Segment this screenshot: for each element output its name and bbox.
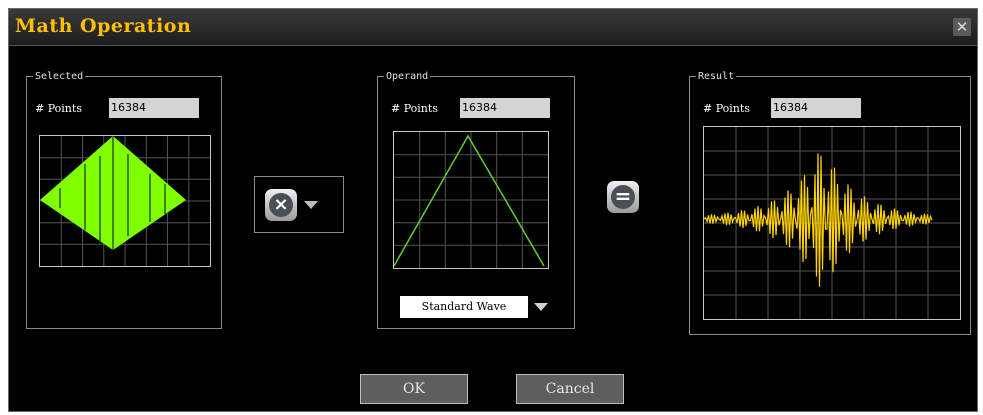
- operand-waveform-plot: [393, 131, 549, 269]
- result-legend: Result: [698, 71, 735, 82]
- title-bar: Math Operation ✕: [9, 9, 977, 46]
- result-waveform: [704, 153, 933, 287]
- operand-waveform: [394, 134, 545, 267]
- operand-points-label: # Points: [391, 102, 438, 115]
- wave-type-select[interactable]: Standard Wave: [400, 296, 528, 318]
- close-icon[interactable]: ✕: [953, 18, 971, 36]
- chevron-down-icon[interactable]: [304, 201, 318, 209]
- equals-icon: =: [611, 185, 635, 209]
- selected-points-label: # Points: [35, 102, 82, 115]
- result-points-field[interactable]: 16384: [771, 98, 861, 118]
- equals-button[interactable]: =: [607, 181, 639, 213]
- ok-button[interactable]: OK: [360, 374, 468, 404]
- cancel-button[interactable]: Cancel: [516, 374, 624, 404]
- selected-waveform-plot: [39, 135, 211, 267]
- operand-legend: Operand: [386, 71, 429, 82]
- result-points-label: # Points: [703, 102, 750, 115]
- selected-legend: Selected: [35, 71, 84, 82]
- multiply-icon: ×: [269, 193, 293, 217]
- operand-points-field[interactable]: 16384: [460, 98, 550, 118]
- operator-selector[interactable]: ×: [254, 176, 344, 233]
- dialog-title: Math Operation: [15, 15, 192, 37]
- plot-grid: [394, 132, 548, 268]
- chevron-down-icon[interactable]: [534, 303, 548, 311]
- math-operation-dialog: Math Operation ✕ Selected # Points 16384…: [8, 8, 978, 412]
- selected-points-field[interactable]: 16384: [109, 98, 199, 118]
- result-waveform-plot: [703, 126, 961, 320]
- multiply-button[interactable]: ×: [265, 189, 297, 221]
